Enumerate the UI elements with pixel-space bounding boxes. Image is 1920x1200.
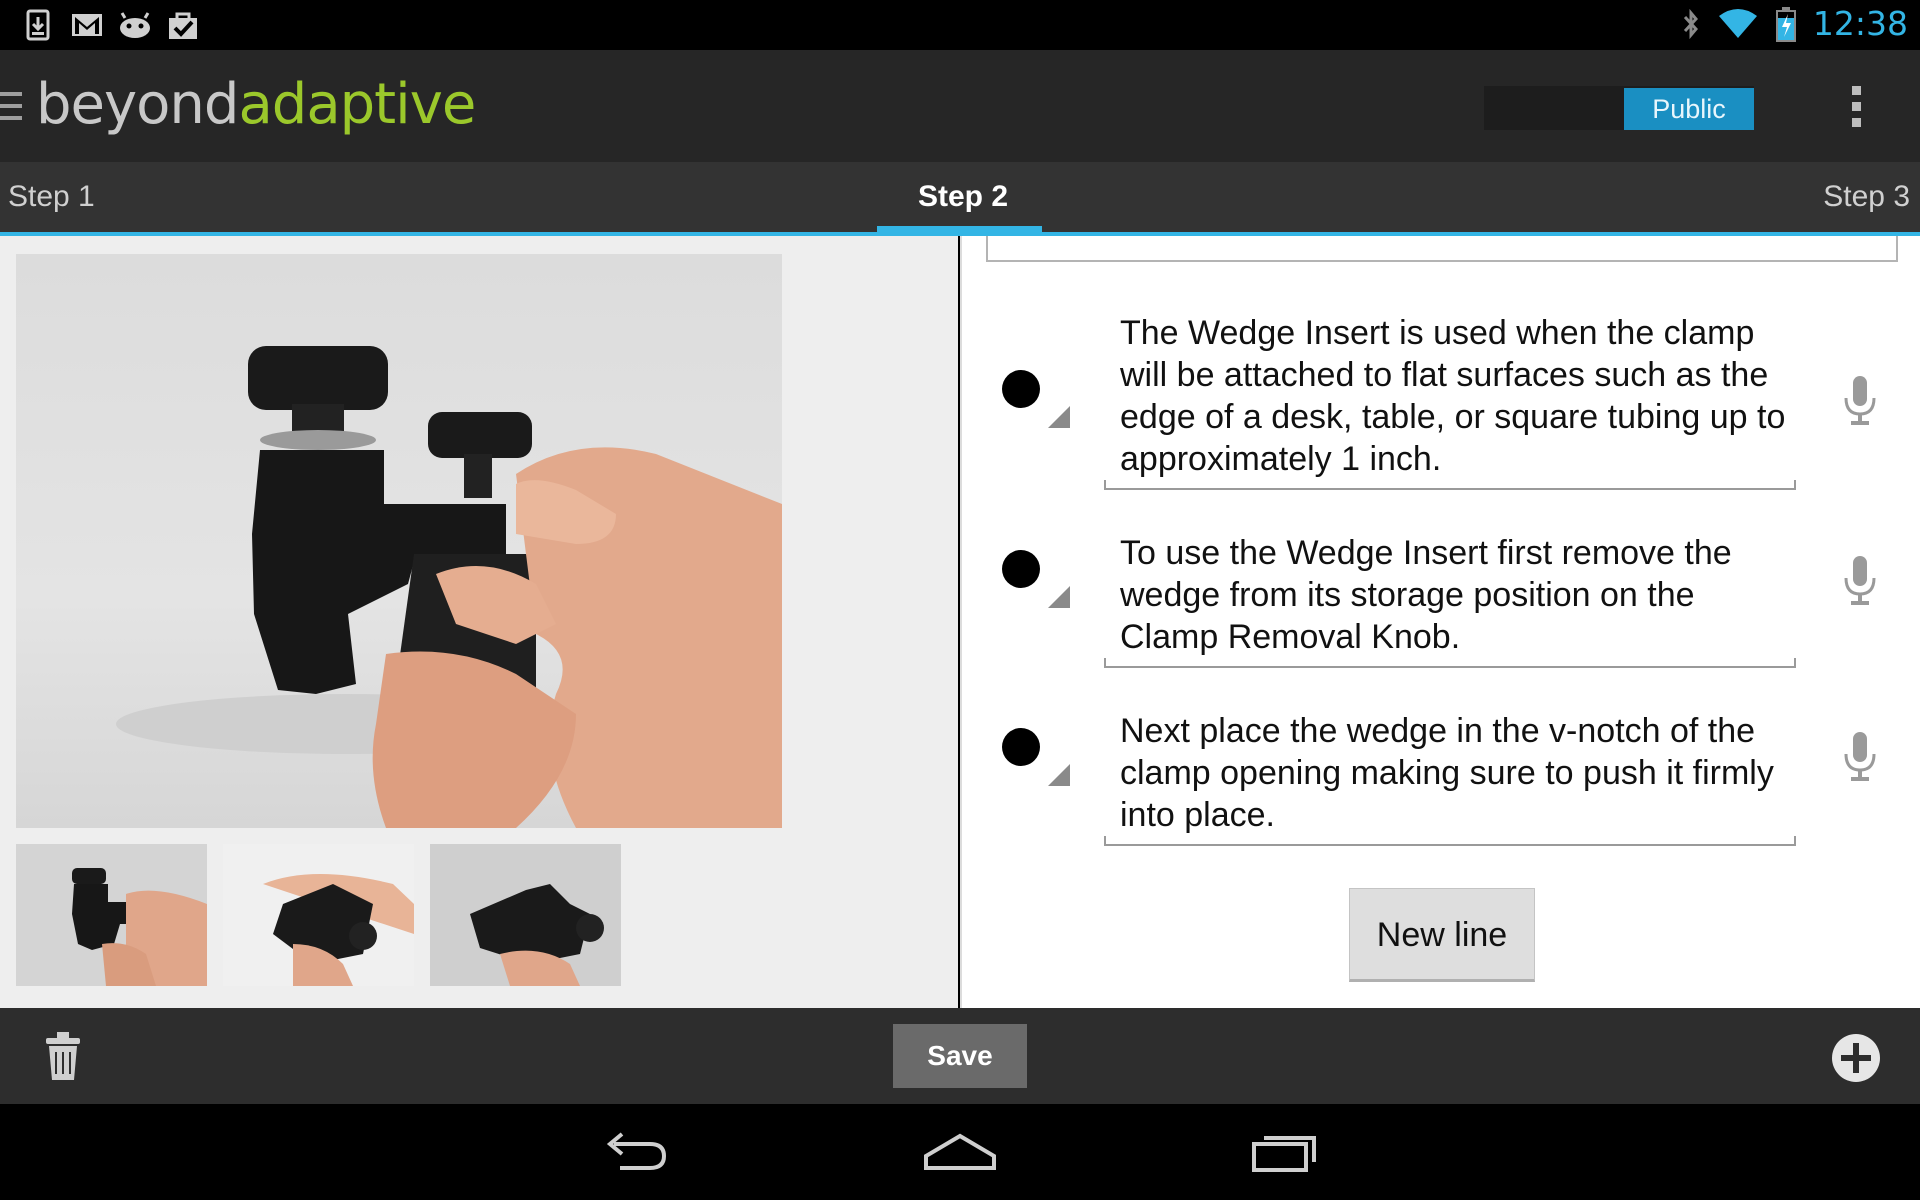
new-line-button[interactable]: New line: [1349, 888, 1535, 982]
thumbnail-1[interactable]: [16, 844, 207, 986]
thumbnail-2[interactable]: [223, 844, 414, 986]
app-logo[interactable]: beyondadaptive: [36, 72, 476, 137]
battery-charging-icon: [1775, 6, 1796, 42]
bluetooth-icon: [1683, 8, 1698, 39]
download-icon: [26, 9, 50, 41]
thumbnail-3[interactable]: [430, 844, 621, 986]
bullet-icon: [1002, 728, 1040, 766]
previous-text-field[interactable]: [986, 236, 1898, 262]
tab-step-2[interactable]: Step 2: [918, 180, 1008, 214]
image-gallery: [0, 236, 958, 1008]
instruction-text-field[interactable]: To use the Wedge Insert first remove the…: [1104, 532, 1796, 668]
dropdown-corner-icon: [1048, 586, 1070, 608]
dropdown-corner-icon: [1048, 406, 1070, 428]
microphone-icon[interactable]: [1840, 374, 1880, 426]
microphone-icon[interactable]: [1840, 730, 1880, 782]
toggle-private-option[interactable]: [1484, 86, 1622, 130]
step-instructions-panel: The Wedge Insert is used when the clamp …: [960, 236, 1920, 1008]
dropdown-corner-icon: [1048, 764, 1070, 786]
visibility-toggle[interactable]: Public: [1484, 86, 1754, 130]
instruction-text-field[interactable]: The Wedge Insert is used when the clamp …: [1104, 312, 1796, 490]
overflow-menu-icon[interactable]: [1846, 86, 1866, 130]
clamp-thumbnail-2: [263, 874, 414, 986]
selected-tab-indicator: [877, 226, 1042, 236]
bullet-icon: [1002, 550, 1040, 588]
tab-step-3[interactable]: Step 3: [1823, 180, 1910, 214]
save-button[interactable]: Save: [893, 1024, 1027, 1088]
main-photo[interactable]: [16, 254, 782, 828]
menu-icon[interactable]: [0, 92, 22, 122]
microphone-icon[interactable]: [1840, 554, 1880, 606]
tab-step-1[interactable]: Step 1: [8, 180, 95, 214]
status-bar: 12:38: [0, 0, 1920, 50]
logo-text-adaptive: adaptive: [238, 72, 476, 137]
bottom-action-bar: Save: [0, 1008, 1920, 1104]
wifi-icon: [1718, 8, 1757, 38]
clamp-thumbnail-3: [470, 884, 604, 986]
bullet-style-selector[interactable]: [988, 526, 1078, 616]
system-navigation-bar: [0, 1104, 1920, 1200]
recent-apps-icon[interactable]: [1250, 1130, 1320, 1174]
back-icon[interactable]: [600, 1130, 670, 1174]
clamp-photo: [116, 346, 782, 828]
logo-text-beyond: beyond: [36, 72, 239, 137]
clamp-thumbnail-1: [72, 868, 207, 986]
bullet-icon: [1002, 370, 1040, 408]
notification-icons: [22, 9, 200, 41]
add-icon[interactable]: [1831, 1033, 1881, 1083]
step-tabs: Step 1 Step 2 Step 3: [0, 162, 1920, 236]
bullet-style-selector[interactable]: [988, 346, 1078, 436]
action-bar: beyondadaptive Public: [0, 50, 1920, 162]
shopping-bag-check-icon: [169, 12, 197, 39]
clock: 12:38: [1812, 4, 1908, 43]
android-icon: [120, 12, 150, 38]
toggle-public-option[interactable]: Public: [1624, 88, 1754, 130]
system-status: 12:38: [1681, 4, 1908, 43]
instruction-text-field[interactable]: Next place the wedge in the v-notch of t…: [1104, 710, 1796, 846]
home-icon[interactable]: [922, 1130, 998, 1174]
trash-icon[interactable]: [42, 1030, 84, 1082]
bullet-style-selector[interactable]: [988, 704, 1078, 794]
gmail-icon: [72, 14, 102, 36]
